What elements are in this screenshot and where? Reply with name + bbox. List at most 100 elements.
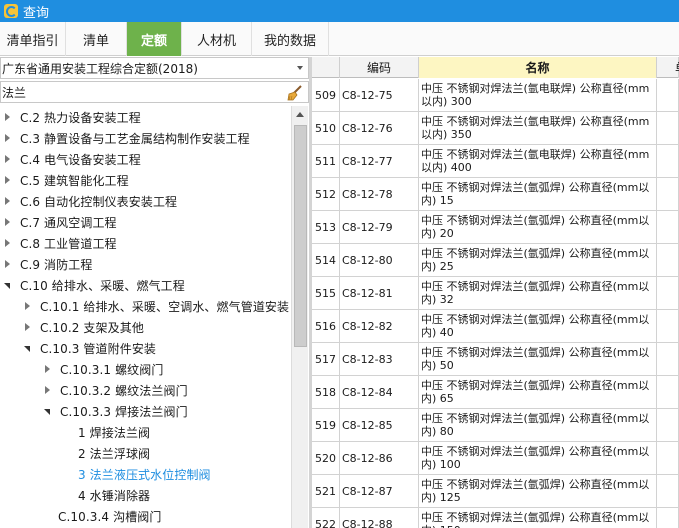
row-unit bbox=[657, 409, 679, 441]
header-index bbox=[312, 57, 340, 78]
expand-arrow-icon[interactable] bbox=[22, 322, 32, 332]
header-unit[interactable]: 单 bbox=[657, 57, 679, 78]
expand-arrow-icon[interactable] bbox=[2, 259, 12, 269]
tree-item[interactable]: C.10.3.1 螺纹阀门 bbox=[42, 359, 163, 379]
tree-item[interactable]: C.10.2 支架及其他 bbox=[22, 317, 144, 337]
row-index: 512 bbox=[312, 178, 340, 210]
table-row[interactable]: 513 C8-12-79 中压 不锈钢对焊法兰(氩弧焊) 公称直径(mm以内) 20 bbox=[312, 211, 679, 244]
collapse-arrow-icon[interactable] bbox=[22, 343, 32, 353]
header-name[interactable]: 名称 bbox=[419, 57, 657, 78]
expand-arrow-icon[interactable] bbox=[2, 196, 12, 206]
expand-arrow-icon[interactable] bbox=[42, 364, 52, 374]
tab-quota[interactable]: 定额 bbox=[127, 22, 182, 56]
table-row[interactable]: 522C8-12-88中压 不锈钢对焊法兰(氩弧焊) 公称直径(mm以内) 15… bbox=[312, 508, 679, 528]
table-row[interactable]: 520 C8-12-86 中压 不锈钢对焊法兰(氩弧焊) 公称直径(mm以内) 10… bbox=[312, 442, 679, 475]
tree-item[interactable]: C.7 通风空调工程 bbox=[2, 212, 117, 232]
expand-arrow-icon[interactable] bbox=[22, 301, 32, 311]
tab-my-data[interactable]: 我的数据 bbox=[252, 22, 329, 56]
table-row[interactable]: 516 C8-12-82 中压 不锈钢对焊法兰(氩弧焊) 公称直径(mm以内) 40 bbox=[312, 310, 679, 343]
tab-bar: 清单指引 清单 定额 人材机 我的数据 bbox=[0, 22, 679, 56]
tree-item[interactable]: C.10.3.3 焊接法兰阀门 bbox=[42, 401, 188, 421]
tree-item[interactable]: C.5 建筑智能化工程 bbox=[2, 170, 129, 190]
tree-item[interactable]: C.10.1 给排水、采暖、空调水、燃气管道安装 bbox=[22, 296, 289, 316]
expand-arrow-icon[interactable] bbox=[2, 175, 12, 185]
row-index: 518 bbox=[312, 376, 340, 408]
row-code: C8-12-77 bbox=[340, 145, 419, 177]
expand-arrow-icon[interactable] bbox=[2, 133, 12, 143]
table-row[interactable]: 510 C8-12-76 中压 不锈钢对焊法兰(氩电联焊) 公称直径(mm以内) 3… bbox=[312, 112, 679, 145]
search-input-value: 法兰 bbox=[2, 85, 27, 100]
row-index: 516 bbox=[312, 310, 340, 342]
row-name: 中压 不锈钢对焊法兰(氩弧焊) 公称直径(mm以内) 100 bbox=[419, 442, 657, 474]
window-title: 查询 bbox=[23, 5, 50, 21]
row-index: 513 bbox=[312, 211, 340, 243]
tree-item[interactable]: C.4 电气设备安装工程 bbox=[2, 149, 141, 169]
row-code: C8-12-80 bbox=[340, 244, 419, 276]
expand-arrow-icon[interactable] bbox=[2, 238, 12, 248]
row-name: 中压 不锈钢对焊法兰(氩电联焊) 公称直径(mm以内) 350 bbox=[419, 112, 657, 144]
table-row[interactable]: 517 C8-12-83 中压 不锈钢对焊法兰(氩弧焊) 公称直径(mm以内) 50 bbox=[312, 343, 679, 376]
row-name: 中压 不锈钢对焊法兰(氩弧焊) 公称直径(mm以内) 15 bbox=[419, 178, 657, 210]
row-unit bbox=[657, 508, 679, 528]
tree-item[interactable]: C.10 给排水、采暖、燃气工程 bbox=[2, 275, 185, 295]
chevron-down-icon[interactable] bbox=[297, 66, 303, 70]
scroll-up-arrow-icon[interactable] bbox=[292, 106, 308, 123]
tree-leaf-item-selected[interactable]: 3 法兰液压式水位控制阀 bbox=[78, 464, 211, 484]
row-name: 中压 不锈钢对焊法兰(氩弧焊) 公称直径(mm以内) 65 bbox=[419, 376, 657, 408]
row-name: 中压 不锈钢对焊法兰(氩弧焊) 公称直径(mm以内) 80 bbox=[419, 409, 657, 441]
scrollbar-thumb[interactable] bbox=[294, 125, 307, 347]
table-row[interactable]: 519 C8-12-85 中压 不锈钢对焊法兰(氩弧焊) 公称直径(mm以内) 80 bbox=[312, 409, 679, 442]
row-name: 中压 不锈钢对焊法兰(氩弧焊) 公称直径(mm以内) 25 bbox=[419, 244, 657, 276]
row-name: 中压 不锈钢对焊法兰(氩电联焊) 公称直径(mm以内) 400 bbox=[419, 145, 657, 177]
table-header: 编码 名称 单 bbox=[312, 57, 679, 78]
row-code: C8-12-83 bbox=[340, 343, 419, 375]
row-index: 517 bbox=[312, 343, 340, 375]
row-code: C8-12-86 bbox=[340, 442, 419, 474]
row-unit bbox=[657, 178, 679, 210]
row-code: C8-12-85 bbox=[340, 409, 419, 441]
table-row[interactable]: 509 C8-12-75 中压 不锈钢对焊法兰(氩电联焊) 公称直径(mm以内) 3… bbox=[312, 79, 679, 112]
quota-library-value: 广东省通用安装工程综合定额(2018) bbox=[2, 61, 198, 76]
table-row[interactable]: 518 C8-12-84 中压 不锈钢对焊法兰(氩弧焊) 公称直径(mm以内) 65 bbox=[312, 376, 679, 409]
row-name: 中压 不锈钢对焊法兰(氩弧焊) 公称直径(mm以内) 20 bbox=[419, 211, 657, 243]
row-code: C8-12-84 bbox=[340, 376, 419, 408]
tree-item[interactable]: C.10.3.2 螺纹法兰阀门 bbox=[42, 380, 188, 400]
tree-item[interactable]: C.6 自动化控制仪表安装工程 bbox=[2, 191, 177, 211]
tree-leaf-item[interactable]: 2 法兰浮球阀 bbox=[78, 443, 150, 463]
row-unit bbox=[657, 442, 679, 474]
table-row[interactable]: 514 C8-12-80 中压 不锈钢对焊法兰(氩弧焊) 公称直径(mm以内) 25 bbox=[312, 244, 679, 277]
quota-result-table: 编码 名称 单 509C8-12-75中压 不锈钢对焊法兰(氩电联焊) 公称直径… bbox=[312, 57, 679, 528]
row-index: 511 bbox=[312, 145, 340, 177]
row-code: C8-12-76 bbox=[340, 112, 419, 144]
tree-item[interactable]: C.2 热力设备安装工程 bbox=[2, 107, 141, 127]
row-index: 514 bbox=[312, 244, 340, 276]
tree-item[interactable]: C.10.3.4 沟槽阀门 bbox=[58, 506, 161, 526]
table-row[interactable]: 515 C8-12-81 中压 不锈钢对焊法兰(氩弧焊) 公称直径(mm以内) 32 bbox=[312, 277, 679, 310]
table-row[interactable]: 512 C8-12-78 中压 不锈钢对焊法兰(氩弧焊) 公称直径(mm以内) 15 bbox=[312, 178, 679, 211]
collapse-arrow-icon[interactable] bbox=[42, 406, 52, 416]
expand-arrow-icon[interactable] bbox=[42, 385, 52, 395]
row-name: 中压 不锈钢对焊法兰(氩弧焊) 公称直径(mm以内) 125 bbox=[419, 475, 657, 507]
expand-arrow-icon[interactable] bbox=[2, 154, 12, 164]
expand-arrow-icon[interactable] bbox=[2, 217, 12, 227]
row-unit bbox=[657, 310, 679, 342]
table-row[interactable]: 521 C8-12-87 中压 不锈钢对焊法兰(氩弧焊) 公称直径(mm以内) 12… bbox=[312, 475, 679, 508]
tab-bill-guide[interactable]: 清单指引 bbox=[0, 22, 66, 56]
header-code[interactable]: 编码 bbox=[340, 57, 419, 78]
collapse-arrow-icon[interactable] bbox=[2, 280, 12, 290]
tree-scrollbar[interactable] bbox=[291, 106, 308, 528]
expand-arrow-icon[interactable] bbox=[2, 112, 12, 122]
tree-leaf-item[interactable]: 4 水锤消除器 bbox=[78, 485, 150, 505]
tab-bill[interactable]: 清单 bbox=[66, 22, 127, 56]
tree-item[interactable]: C.10.3 管道附件安装 bbox=[22, 338, 156, 358]
tree-item[interactable]: C.8 工业管道工程 bbox=[2, 233, 117, 253]
row-unit bbox=[657, 79, 679, 111]
tree-item[interactable]: C.9 消防工程 bbox=[2, 254, 92, 274]
broom-clear-icon[interactable] bbox=[286, 84, 304, 101]
tree-item[interactable]: C.3 静置设备与工艺金属结构制作安装工程 bbox=[2, 128, 250, 148]
search-input[interactable]: 法兰 bbox=[0, 81, 309, 103]
tab-labor-material-machine[interactable]: 人材机 bbox=[182, 22, 252, 56]
table-row[interactable]: 511 C8-12-77 中压 不锈钢对焊法兰(氩电联焊) 公称直径(mm以内) 4… bbox=[312, 145, 679, 178]
quota-library-select[interactable]: 广东省通用安装工程综合定额(2018) bbox=[0, 57, 309, 79]
tree-leaf-item[interactable]: 1 焊接法兰阀 bbox=[78, 422, 150, 442]
